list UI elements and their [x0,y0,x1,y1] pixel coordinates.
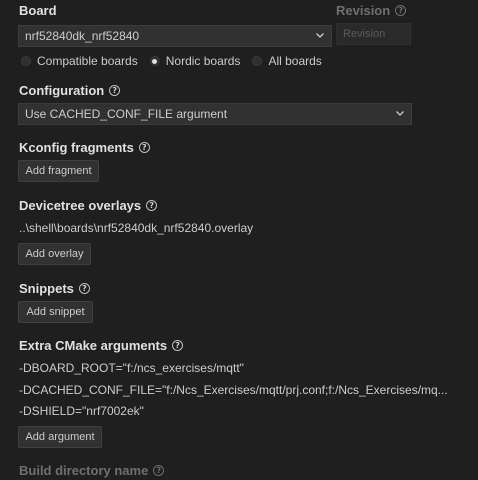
configuration-selected-value: Use CACHED_CONF_FILE argument [25,107,228,121]
board-filter-radios: Compatible boards Nordic boards All boar… [21,54,334,68]
radio-label: Nordic boards [165,54,241,68]
devicetree-overlay-path[interactable]: ..\shell\boards\nrf52840dk_nrf52840.over… [19,221,253,235]
radio-button[interactable] [252,56,263,66]
cmake-arg-item[interactable]: -DSHIELD="nrf7002ek" [19,404,144,418]
configuration-label: Configuration [19,83,105,98]
revision-placeholder: Revision [343,28,386,40]
build-configuration-panel: Board Revision ? nrf52840dk_nrf52840 Rev… [0,0,478,480]
info-icon[interactable]: ? [109,85,121,96]
snippets-heading: Snippets ? [19,281,90,296]
radio-button[interactable] [21,56,31,66]
revision-input[interactable]: Revision [336,23,411,45]
add-fragment-label: Add fragment [25,165,92,177]
radio-label: All boards [268,54,322,68]
radio-label: Compatible boards [37,54,138,68]
info-icon[interactable]: ? [153,465,165,476]
info-icon[interactable]: ? [138,142,150,153]
devicetree-heading: Devicetree overlays ? [19,198,158,213]
configuration-select[interactable]: Use CACHED_CONF_FILE argument [18,103,412,125]
radio-all-boards[interactable]: All boards [252,54,322,68]
kconfig-label: Kconfig fragments [19,140,134,155]
radio-button[interactable] [149,56,160,66]
kconfig-heading: Kconfig fragments ? [19,140,150,155]
add-argument-button[interactable]: Add argument [18,426,102,448]
cmake-label: Extra CMake arguments [19,338,168,353]
add-overlay-button[interactable]: Add overlay [18,243,91,265]
build-dir-heading: Build directory name ? [19,463,165,478]
revision-label: Revision [336,3,391,18]
revision-heading: Revision ? [336,3,407,18]
cmake-heading: Extra CMake arguments ? [19,338,184,353]
board-selected-value: nrf52840dk_nrf52840 [25,29,140,43]
radio-nordic-boards[interactable]: Nordic boards [149,54,241,68]
chevron-down-icon [316,33,324,38]
info-icon[interactable]: ? [395,5,407,16]
configuration-heading: Configuration ? [19,83,121,98]
devicetree-label: Devicetree overlays [19,198,142,213]
info-icon[interactable]: ? [78,283,90,294]
add-snippet-label: Add snippet [26,306,85,318]
board-select[interactable]: nrf52840dk_nrf52840 [18,25,332,47]
add-overlay-label: Add overlay [25,248,84,260]
board-label: Board [19,3,57,18]
chevron-down-icon [396,111,404,116]
info-icon[interactable]: ? [172,340,184,351]
cmake-arg-item[interactable]: -DCACHED_CONF_FILE="f:/Ncs_Exercises/mqt… [19,383,448,397]
cmake-arg-item[interactable]: -DBOARD_ROOT="f:/ncs_exercises/mqtt" [19,361,244,375]
radio-compatible-boards[interactable]: Compatible boards [21,54,138,68]
snippets-label: Snippets [19,281,74,296]
add-snippet-button[interactable]: Add snippet [18,301,93,323]
add-argument-label: Add argument [25,431,95,443]
info-icon[interactable]: ? [146,200,158,211]
add-fragment-button[interactable]: Add fragment [18,160,99,182]
build-dir-label: Build directory name [19,463,149,478]
board-heading: Board [19,3,57,18]
